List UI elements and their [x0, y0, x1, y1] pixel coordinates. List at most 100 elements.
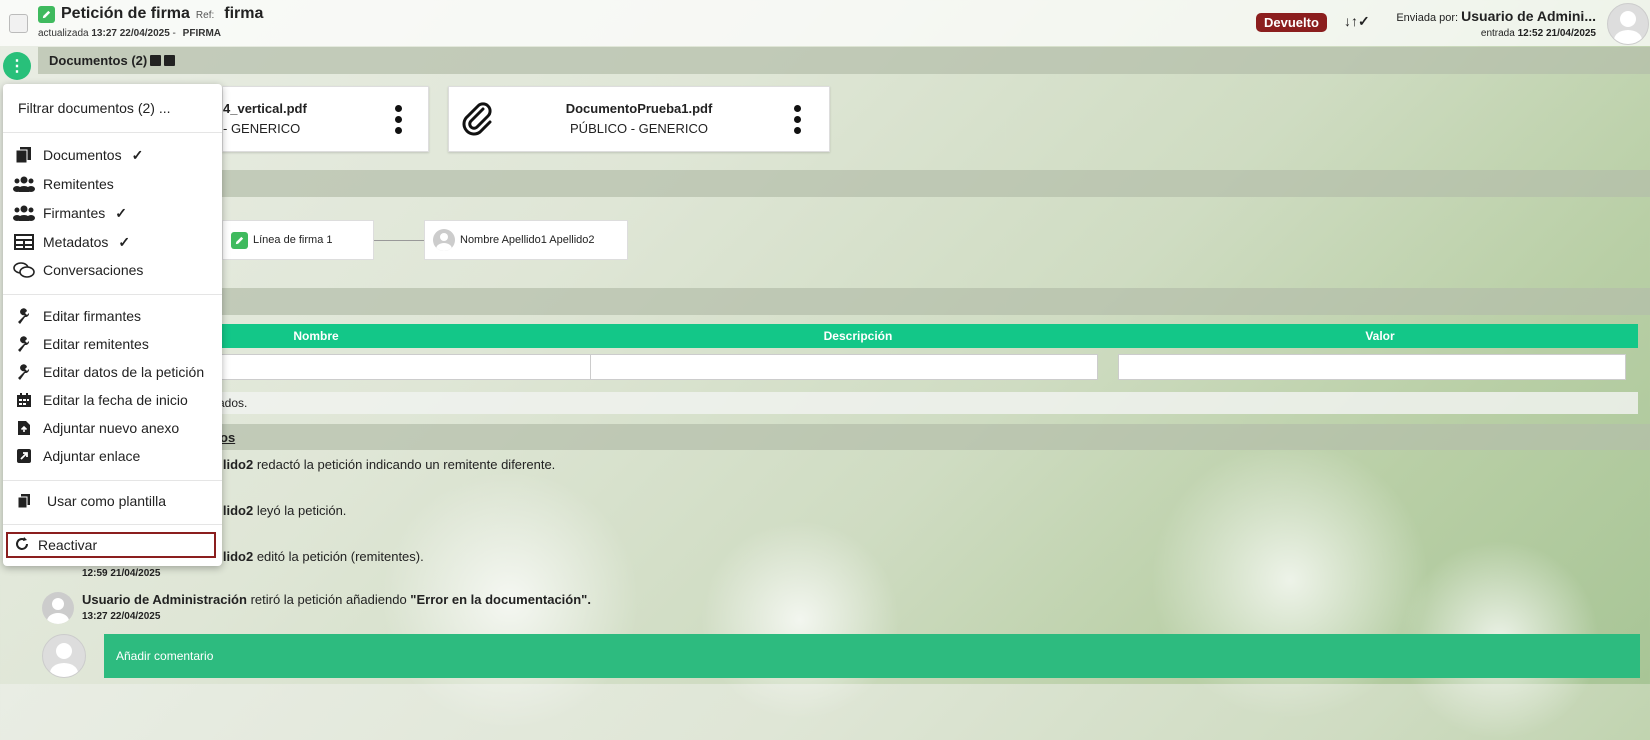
menu-item-adjuntar-enlace[interactable]: Adjuntar enlace: [13, 445, 140, 467]
signers-section-bar: [38, 170, 1650, 197]
sent-by: Enviada por: Usuario de Admini...: [1336, 8, 1596, 24]
title-row: Petición de firma Ref: firma: [38, 5, 263, 23]
history-entry: ellido2 editó la petición (remitentes).: [212, 549, 424, 564]
app-code: PFIRMA: [182, 28, 222, 39]
copy-icon: [13, 493, 35, 509]
history-link[interactable]: os: [220, 430, 235, 445]
copy-icon: [13, 146, 35, 164]
documents-section-bar: [38, 47, 1650, 74]
history-quote: "Error en la documentación".: [410, 592, 591, 607]
documents-title-text: Documentos (2): [49, 53, 148, 68]
empty-text: ados.: [218, 396, 248, 410]
ref-label: Ref:: [195, 10, 215, 21]
menu-item-conversaciones[interactable]: Conversaciones: [13, 259, 143, 281]
update-info: actualizada 13:27 22/04/2025 - PFIRMA: [38, 28, 222, 39]
external-link-icon: [13, 448, 35, 464]
menu-divider: [3, 294, 222, 295]
metadata-section-bar: [38, 288, 1650, 315]
status-badge: Devuelto: [1256, 13, 1327, 32]
filter-descripcion-input[interactable]: [590, 354, 1098, 380]
history-date: 13:27 22/04/2025: [82, 611, 161, 622]
menu-item-label: Remitentes: [43, 176, 114, 192]
entry-value: 12:52 21/04/2025: [1517, 28, 1596, 39]
menu-item-label: Firmantes: [43, 205, 106, 221]
menu-item-editar-datos[interactable]: Editar datos de la petición: [13, 361, 204, 383]
filter-valor-input[interactable]: [1118, 354, 1626, 380]
background-decoration: [1150, 440, 1430, 720]
filter-documents-item[interactable]: Filtrar documentos (2) ...: [18, 100, 171, 116]
menu-item-label: Editar remitentes: [43, 336, 149, 352]
avatar: [42, 592, 74, 624]
check-icon: ✓: [118, 233, 131, 250]
menu-item-label: Editar firmantes: [43, 308, 142, 324]
menu-item-adjuntar-anexo[interactable]: Adjuntar nuevo anexo: [13, 417, 179, 439]
signer-card[interactable]: Nombre Apellido1 Apellido2: [424, 220, 628, 260]
history-entry: ellido2 leyó la petición.: [212, 503, 346, 518]
entry-label: entrada: [1480, 28, 1515, 39]
menu-item-editar-remitentes[interactable]: Editar remitentes: [13, 333, 149, 355]
reactivate-button[interactable]: Reactivar: [6, 532, 216, 558]
history-entry: Usuario de Administración retiró la peti…: [42, 592, 591, 624]
pencil-icon: [231, 231, 248, 249]
wrench-icon: [13, 308, 35, 324]
documents-section-title: Documentos (2): [49, 53, 176, 68]
menu-divider: [3, 524, 222, 525]
actions-menu-button[interactable]: ⋮: [3, 52, 31, 80]
calendar-icon: [13, 392, 35, 408]
column-header-descripcion: Descripción: [823, 329, 893, 343]
metadata-empty-message: ados.: [38, 392, 1638, 414]
menu-item-label: Editar la fecha de inicio: [43, 392, 188, 408]
menu-item-label: Adjuntar enlace: [43, 448, 141, 464]
wrench-icon: [13, 364, 35, 380]
menu-item-usar-plantilla[interactable]: Usar como plantilla: [13, 490, 166, 512]
menu-item-label: Adjuntar nuevo anexo: [43, 420, 180, 436]
table-icon: [13, 234, 35, 250]
menu-item-remitentes[interactable]: Remitentes: [13, 173, 114, 195]
signer-name: Nombre Apellido1 Apellido2: [460, 234, 595, 246]
document-card[interactable]: DocumentoPrueba1.pdf PÚBLICO - GENERICO: [448, 86, 830, 152]
menu-item-label: Conversaciones: [43, 262, 144, 278]
menu-item-label: Usar como plantilla: [47, 493, 167, 509]
actions-menu: Filtrar documentos (2) ... Documentos ✓ R…: [3, 84, 222, 566]
document-type: PÚBLICO - GENERICO: [570, 121, 708, 136]
menu-item-editar-firmantes[interactable]: Editar firmantes: [13, 305, 141, 327]
background-decoration: [700, 520, 900, 720]
history-text: redactó la petición indicando un remiten…: [256, 457, 556, 472]
users-icon: [13, 205, 35, 221]
more-vert-icon[interactable]: [395, 105, 403, 134]
pencil-icon: [38, 5, 55, 23]
file-upload-icon[interactable]: [150, 55, 162, 66]
history-date: 12:59 21/04/2025: [82, 568, 161, 579]
history-user: Usuario de Administración: [82, 592, 247, 607]
document-name: DocumentoPrueba1.pdf: [565, 101, 713, 116]
avatar: [42, 634, 86, 678]
menu-item-label: Documentos: [43, 147, 122, 163]
file-upload-icon: [13, 420, 35, 436]
page-title: Petición de firma: [61, 5, 190, 22]
ref-value: firma: [224, 5, 264, 22]
entry-info: entrada 12:52 21/04/2025: [1481, 28, 1596, 39]
signer-connector: [374, 240, 424, 241]
filter-nombre-input[interactable]: [218, 354, 608, 380]
menu-item-label: Metadatos: [43, 234, 109, 250]
history-text: editó la petición (remitentes).: [256, 549, 424, 564]
menu-item-firmantes[interactable]: Firmantes ✓: [13, 202, 127, 224]
history-section-bar: [38, 424, 1650, 450]
external-link-icon[interactable]: [164, 55, 176, 66]
users-icon: [13, 176, 35, 192]
history-entry: ellido2 redactó la petición indicando un…: [212, 457, 555, 472]
more-vert-icon[interactable]: [794, 105, 802, 134]
document-card[interactable]: 4_vertical.pdf - GENERICO: [222, 86, 429, 152]
avatar: [433, 229, 455, 251]
updated-value: 13:27 22/04/2025: [91, 28, 170, 39]
menu-item-metadatos[interactable]: Metadatos ✓: [13, 231, 130, 253]
menu-item-editar-fecha[interactable]: Editar la fecha de inicio: [13, 389, 188, 411]
menu-item-label: Reactivar: [38, 537, 98, 553]
add-comment-button[interactable]: Añadir comentario: [104, 634, 1640, 678]
updated-label: actualizada: [38, 28, 89, 39]
column-header-valor: Valor: [1365, 329, 1395, 343]
signature-line[interactable]: Línea de firma 1: [222, 220, 374, 260]
menu-item-label: Editar datos de la petición: [43, 364, 205, 380]
select-checkbox[interactable]: [9, 14, 28, 33]
menu-item-documentos[interactable]: Documentos ✓: [13, 144, 143, 166]
